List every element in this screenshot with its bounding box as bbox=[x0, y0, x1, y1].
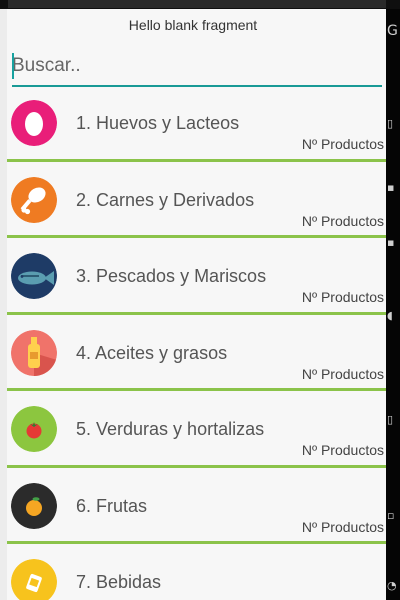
product-count: Nº Productos bbox=[301, 365, 384, 382]
category-label: 2. Carnes y Derivados bbox=[76, 189, 255, 210]
egg-icon bbox=[11, 100, 57, 146]
fish-icon bbox=[11, 253, 57, 299]
tomato-icon bbox=[11, 406, 57, 452]
category-label: 7. Bebidas bbox=[76, 572, 162, 592]
drumstick-icon bbox=[11, 176, 57, 223]
app-icon: G bbox=[387, 23, 398, 39]
nav-icon: ◖ bbox=[387, 309, 393, 322]
nav-icon: ▯ bbox=[387, 117, 394, 130]
category-label: 3. Pescados y Mariscos bbox=[76, 266, 267, 286]
category-row-frutas[interactable]: 6. Frutas Nº Productos bbox=[7, 468, 386, 544]
category-row-bebidas[interactable]: 7. Bebidas bbox=[7, 544, 386, 600]
edge-strip bbox=[0, 9, 7, 600]
orange-icon bbox=[11, 482, 57, 529]
category-label: 6. Frutas bbox=[76, 495, 148, 516]
nav-icon: ◔ bbox=[387, 579, 397, 592]
product-count: Nº Productos bbox=[301, 289, 384, 305]
drink-icon bbox=[11, 559, 57, 600]
nav-icon: ▪ bbox=[387, 236, 395, 249]
nav-icon: ▪ bbox=[387, 181, 395, 194]
category-row-pescados[interactable]: 3. Pescados y Mariscos Nº Productos bbox=[7, 238, 386, 315]
nav-icon: ▯ bbox=[387, 413, 394, 426]
category-row-verduras[interactable]: 5. Verduras y hortalizas Nº Productos bbox=[7, 391, 386, 468]
category-label: 1. Huevos y Lacteos bbox=[76, 113, 240, 133]
category-label: 5. Verduras y hortalizas bbox=[76, 419, 265, 439]
oil-bottle-icon bbox=[11, 329, 57, 376]
side-navigation-bar: G ▯ ▪ ▪ ◖ ▯ ▫ ◔ bbox=[386, 9, 400, 600]
nav-icon: ▫ bbox=[387, 509, 395, 522]
product-count: Nº Productos bbox=[301, 442, 384, 458]
product-count: Nº Productos bbox=[301, 518, 384, 535]
search-input[interactable] bbox=[12, 47, 382, 85]
category-list: 1. Huevos y Lacteos Nº Productos 2. Carn… bbox=[7, 85, 386, 600]
category-row-huevos[interactable]: 1. Huevos y Lacteos Nº Productos bbox=[7, 85, 386, 162]
category-label: 4. Aceites y grasos bbox=[76, 342, 228, 363]
category-row-carnes[interactable]: 2. Carnes y Derivados Nº Productos bbox=[7, 162, 386, 238]
text-cursor bbox=[12, 53, 14, 79]
category-row-aceites[interactable]: 4. Aceites y grasos Nº Productos bbox=[7, 315, 386, 391]
search-box[interactable] bbox=[12, 47, 382, 87]
fragment-label: Hello blank fragment bbox=[128, 17, 258, 33]
product-count: Nº Productos bbox=[301, 136, 384, 152]
product-count: Nº Productos bbox=[301, 212, 384, 229]
